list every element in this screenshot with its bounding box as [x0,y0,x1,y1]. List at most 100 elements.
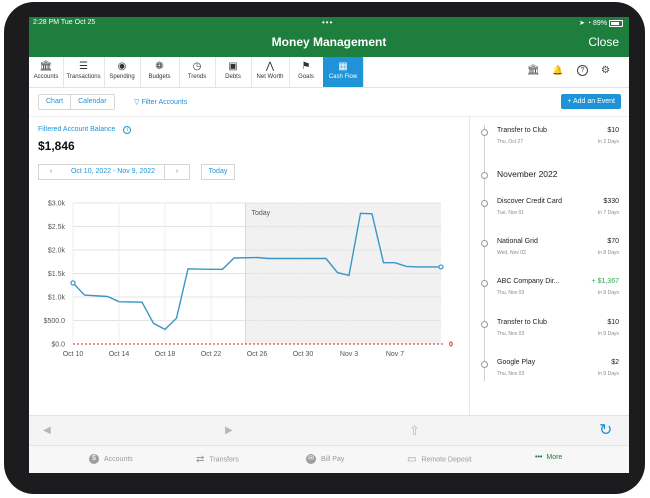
timeline-dot [481,321,488,328]
timeline-dot [481,361,488,368]
view-toggle: Chart Calendar [38,94,115,110]
view-toolbar: Chart Calendar ▽ Filter Accounts + Add an… [29,88,629,117]
tab-transfers[interactable]: ⇄ Transfers [196,454,239,465]
help-icon[interactable]: ? [577,65,588,76]
event-name: Transfer to Club [497,127,547,134]
panel-divider [469,116,470,416]
cash-flow-chart: $0.0 $500.0 $1.0k $1.5k $2.0k $2.5k $3.0k Oct 1… [44,201,453,359]
filter-icon: ▽ [134,99,140,106]
x-tick-label: Oct 10 [63,351,84,358]
tab-label: Remote Deposit [421,456,472,464]
goals-icon: ⚑ [301,61,311,72]
event-days: In 9 Days [597,331,619,337]
nav-budgets[interactable]: ❁ Budgets [140,57,180,87]
tab-bill-pay[interactable]: ✉ Bill Pay [306,454,344,464]
calendar-tab[interactable]: Calendar [70,95,113,109]
event-amount: $10 [607,127,619,134]
status-indicators: ➤ ◔ 89% [579,19,623,27]
transfer-icon: ⇄ [196,454,205,465]
event-name: Discover Credit Card [497,198,562,205]
nav-label: Accounts [33,74,59,80]
event-item[interactable]: Transfer to Club Thu, Nov 03 $10 In 9 Da… [481,319,621,349]
bill-pay-icon: ✉ [306,454,316,464]
info-icon[interactable]: i [123,126,132,134]
battery-percent: 89% [593,20,608,27]
event-name: Google Play [497,359,536,366]
nav-trends[interactable]: ◷ Trends [179,57,216,87]
feature-nav: 🏛 Accounts ☰ Transactions ◉ Spending ❁ Budge… [29,57,629,88]
nav-cash-flow[interactable]: ▦ Cash Flow [323,57,364,87]
date-range-label[interactable]: Oct 10, 2022 - Nov 9, 2022 [62,164,164,180]
bell-icon[interactable]: 🔔 [552,65,563,76]
event-item[interactable]: National Grid Wed, Nov 02 $70 In 8 Days [481,238,621,268]
y-tick-label: $2.0k [48,248,66,255]
nav-label: Trends [187,74,207,80]
event-date: Thu, Nov 03 [497,290,525,296]
status-time: 2:28 PM Tue Oct 25 [33,19,96,26]
start-point [70,280,76,286]
balance-label-row: Filtered Account Balance i [38,126,132,134]
add-event-button[interactable]: + Add an Event [561,94,621,109]
nav-accounts[interactable]: 🏛 Accounts [29,57,64,87]
y-tick-label: $1.5k [48,271,66,278]
institution-icon[interactable]: 🏛 [527,65,540,76]
debts-icon: ▣ [228,61,238,72]
event-amount: + $1,367 [591,278,619,285]
event-item[interactable]: ABC Company Dir... Thu, Nov 03 + $1,367 … [481,278,621,308]
event-days: In 9 Days [597,371,619,377]
nav-goals[interactable]: ⚑ Goals [289,57,324,87]
tab-label: More [546,454,563,461]
x-tick-label: Oct 18 [155,351,176,358]
event-date: Wed, Nov 02 [497,250,526,256]
event-amount: $70 [607,238,619,245]
event-item[interactable]: Discover Credit Card Tue, Nov 01 $330 In… [481,198,621,228]
next-range-button[interactable]: › [164,164,190,180]
event-name: National Grid [497,238,538,245]
event-amount: $330 [603,198,619,205]
nav-transactions[interactable]: ☰ Transactions [63,57,105,87]
share-icon[interactable]: ⇧ [409,423,420,439]
check-icon: ▭ [407,454,417,465]
net-worth-icon: ⋀ [265,61,275,72]
battery-icon [609,19,623,27]
prev-range-button[interactable]: ‹ [38,164,64,180]
location-icon: ➤ [579,20,585,27]
close-button[interactable]: Close [588,35,619,49]
dollar-icon: $ [89,454,99,464]
nav-label: Net Worth [256,74,284,80]
filter-label: Filter Accounts [141,99,188,106]
nav-label: Transactions [66,74,101,80]
bottom-toolbar: ◀ ▶ ⇧ ↻ [29,415,629,446]
nav-debts[interactable]: ▣ Debts [215,57,252,87]
event-item[interactable]: Transfer to Club Thu, Oct 27 $10 In 2 Da… [481,127,621,157]
event-date: Thu, Nov 03 [497,331,525,337]
x-tick-label: Oct 30 [293,351,314,358]
list-icon: ☰ [79,61,88,72]
chart-tab[interactable]: Chart [39,95,70,109]
header-bar: 2:28 PM Tue Oct 25 ••• ➤ ◔ 89% Money Man… [29,17,629,57]
forward-icon[interactable]: ▶ [225,425,233,436]
tab-accounts[interactable]: $ Accounts [89,454,133,464]
multitask-dots[interactable]: ••• [322,18,333,27]
settings-icon[interactable]: ⚙ [601,65,610,76]
tab-more[interactable]: ••• More [535,454,562,461]
event-date: Thu, Nov 03 [497,371,525,377]
page-title: Money Management [271,35,387,49]
tab-remote-deposit[interactable]: ▭ Remote Deposit [407,454,472,465]
nav-label: Cash Flow [328,74,358,80]
nav-spending[interactable]: ◉ Spending [104,57,141,87]
x-tick-label: Oct 14 [109,351,130,358]
event-days: In 7 Days [597,210,619,216]
bank-icon: 🏛 [39,61,53,72]
y-tick-label: $500.0 [44,318,66,325]
nav-label: Debts [225,74,241,80]
nav-net-worth[interactable]: ⋀ Net Worth [251,57,290,87]
event-item[interactable]: Google Play Thu, Nov 03 $2 In 9 Days [481,359,621,389]
refresh-icon[interactable]: ↻ [599,420,612,440]
today-button[interactable]: Today [201,164,235,180]
balance-label: Filtered Account Balance [38,126,116,133]
back-icon[interactable]: ◀ [43,425,51,436]
timeline-dot [481,129,488,136]
filter-accounts-button[interactable]: ▽ Filter Accounts [134,98,187,106]
y-tick-label: $0.0 [51,342,65,349]
